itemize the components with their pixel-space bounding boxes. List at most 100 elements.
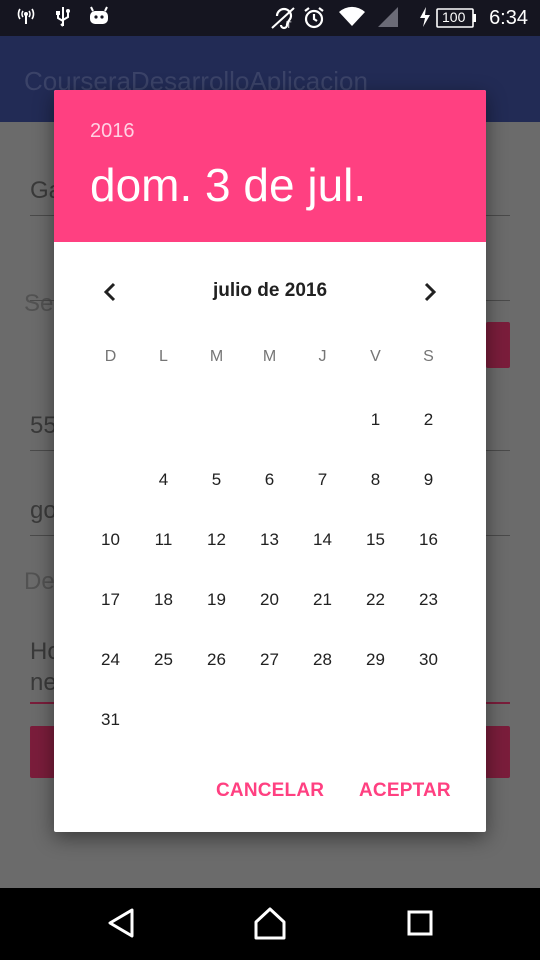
broadcast-icon xyxy=(16,6,36,31)
weekday-label: V xyxy=(370,348,381,365)
day-number: 14 xyxy=(313,530,332,549)
calendar-day[interactable]: 15 xyxy=(349,510,402,570)
calendar-day[interactable]: 29 xyxy=(349,630,402,690)
day-number: 5 xyxy=(211,470,222,489)
calendar-day[interactable]: 2 xyxy=(402,390,455,450)
calendar-day[interactable]: 19 xyxy=(190,570,243,630)
day-number: 18 xyxy=(154,590,173,609)
day-number: 28 xyxy=(313,650,332,669)
day-number: 8 xyxy=(370,470,381,489)
day-number: 21 xyxy=(313,590,332,609)
back-icon[interactable] xyxy=(96,900,146,946)
android-icon xyxy=(88,6,110,31)
date-picker-header: 2016 dom. 3 de jul. xyxy=(54,90,486,242)
signal-icon xyxy=(376,6,400,33)
calendar-day[interactable]: 11 xyxy=(137,510,190,570)
day-number: 25 xyxy=(154,650,173,669)
calendar-day[interactable]: 31 xyxy=(84,690,137,750)
day-number: 7 xyxy=(317,470,328,489)
day-number: 27 xyxy=(260,650,279,669)
calendar-day[interactable]: 16 xyxy=(402,510,455,570)
weekday-label: S xyxy=(423,348,434,365)
day-number: 22 xyxy=(366,590,385,609)
calendar-day[interactable]: 28 xyxy=(296,630,349,690)
date-picker-dialog: 2016 dom. 3 de jul. julio de 2016 D L M … xyxy=(54,90,486,832)
navigation-bar xyxy=(0,888,540,960)
calendar-day[interactable]: 13 xyxy=(243,510,296,570)
day-number: 31 xyxy=(101,710,120,729)
calendar-day[interactable]: 27 xyxy=(243,630,296,690)
accept-button[interactable]: ACEPTAR xyxy=(359,780,451,802)
calendar-day[interactable]: 7 xyxy=(296,450,349,510)
day-number: 13 xyxy=(260,530,279,549)
weekday-header: D L M M J V S xyxy=(84,348,458,378)
status-bar: T 100 6:34 xyxy=(0,0,540,36)
day-number: 20 xyxy=(260,590,279,609)
day-number: 29 xyxy=(366,650,385,669)
recents-icon[interactable] xyxy=(396,900,446,946)
weekday-label: M xyxy=(262,348,277,365)
day-number: 26 xyxy=(207,650,226,669)
day-number: 9 xyxy=(423,470,434,489)
home-icon[interactable] xyxy=(245,900,295,946)
day-number: 6 xyxy=(264,470,275,489)
day-number: 10 xyxy=(101,530,120,549)
day-number: 19 xyxy=(207,590,226,609)
weekday-label: D xyxy=(104,348,117,365)
calendar-day[interactable]: 23 xyxy=(402,570,455,630)
day-number: 2 xyxy=(423,410,434,429)
weekday-label: L xyxy=(159,348,168,365)
usb-icon xyxy=(54,6,72,33)
selected-date-label[interactable]: dom. 3 de jul. xyxy=(90,158,366,212)
svg-text:T: T xyxy=(286,20,292,30)
hearing-aid-icon: T xyxy=(270,6,296,35)
email-field-value: go xyxy=(30,497,57,524)
calendar-day[interactable]: 1 xyxy=(349,390,402,450)
calendar-day[interactable]: 22 xyxy=(349,570,402,630)
calendar-day[interactable]: 10 xyxy=(84,510,137,570)
day-number: 23 xyxy=(419,590,438,609)
section-label: Se xyxy=(24,290,54,317)
weekday-label: M xyxy=(209,348,224,365)
calendar-grid: 1 2 3 4 5 6 7 8 9 10 11 12 13 14 15 16 17 18 19 20 21 22 23 24 2… xyxy=(80,390,458,750)
calendar-day[interactable]: 5 xyxy=(190,450,243,510)
day-number: 12 xyxy=(207,530,226,549)
calendar-day[interactable]: 30 xyxy=(402,630,455,690)
calendar-day[interactable]: 20 xyxy=(243,570,296,630)
day-number: 4 xyxy=(158,470,169,489)
day-number: 16 xyxy=(419,530,438,549)
chevron-right-icon[interactable] xyxy=(410,270,450,314)
wifi-icon xyxy=(338,6,366,33)
calendar-day[interactable]: 6 xyxy=(243,450,296,510)
calendar-day[interactable]: 12 xyxy=(190,510,243,570)
dialog-actions: CANCELAR ACEPTAR xyxy=(54,770,486,820)
day-number: 24 xyxy=(101,650,120,669)
year-selector[interactable]: 2016 xyxy=(90,120,135,143)
day-number: 1 xyxy=(370,410,381,429)
calendar-day[interactable]: 25 xyxy=(137,630,190,690)
cancel-button[interactable]: CANCELAR xyxy=(216,780,324,802)
weekday-label: J xyxy=(318,348,327,365)
calendar-day[interactable]: 26 xyxy=(190,630,243,690)
selected-day[interactable]: 3 xyxy=(80,450,140,510)
calendar-day[interactable]: 9 xyxy=(402,450,455,510)
alarm-icon xyxy=(302,6,326,35)
day-number: 11 xyxy=(154,530,173,549)
description-label: De xyxy=(24,568,55,595)
calendar-day[interactable]: 24 xyxy=(84,630,137,690)
day-number: 30 xyxy=(419,650,438,669)
phone-field-value: 55 xyxy=(30,412,57,439)
day-number: 15 xyxy=(366,530,385,549)
calendar-day[interactable]: 18 xyxy=(137,570,190,630)
battery-level: 100 xyxy=(442,9,466,25)
day-number: 17 xyxy=(101,590,120,609)
clock-time: 6:34 xyxy=(489,7,528,29)
day-number: 3 xyxy=(105,470,116,489)
calendar-day[interactable]: 21 xyxy=(296,570,349,630)
calendar-day[interactable]: 14 xyxy=(296,510,349,570)
charging-icon xyxy=(418,6,432,33)
calendar-day[interactable]: 17 xyxy=(84,570,137,630)
date-button[interactable] xyxy=(486,322,510,368)
calendar-day[interactable]: 8 xyxy=(349,450,402,510)
calendar-day[interactable]: 4 xyxy=(137,450,190,510)
